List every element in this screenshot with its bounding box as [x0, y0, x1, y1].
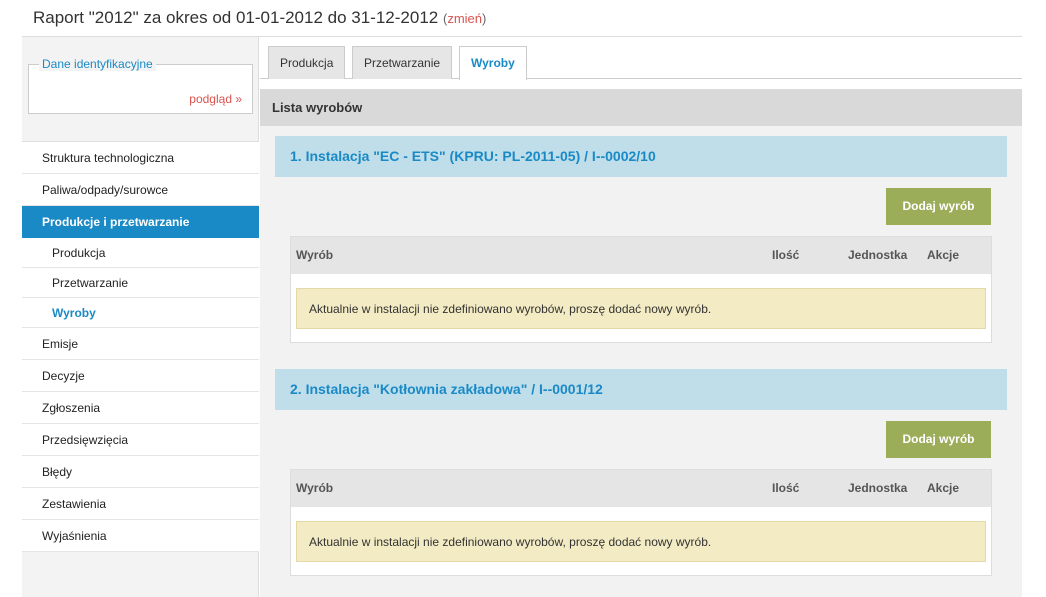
table-header: Wyrób Ilość Jednostka Akcje — [291, 470, 991, 507]
column-quantity: Ilość — [772, 248, 800, 262]
column-actions: Akcje — [927, 481, 960, 495]
sidebar-item-emisje[interactable]: Emisje — [22, 328, 259, 360]
column-product: Wyrób — [296, 248, 334, 262]
sidebar: Dane identyfikacyjne podgląd » Struktura… — [22, 37, 259, 597]
tab-produkcja[interactable]: Produkcja — [268, 46, 346, 79]
installation-title: 1. Instalacja "EC - ETS" (KPRU: PL-2011-… — [275, 136, 1007, 177]
sidebar-item-produkcje[interactable]: Produkcje i przetwarzanie — [22, 206, 259, 238]
preview-link[interactable]: podgląd » — [189, 92, 242, 106]
sidebar-item-bledy[interactable]: Błędy — [22, 456, 259, 488]
products-table: Wyrób Ilość Jednostka Akcje Aktualnie w … — [290, 236, 992, 343]
tab-wyroby[interactable]: Wyroby — [459, 46, 527, 80]
app-frame: Dane identyfikacyjne podgląd » Struktura… — [22, 36, 1022, 597]
sidebar-subitem-przetwarzanie[interactable]: Przetwarzanie — [22, 268, 259, 298]
empty-notice: Aktualnie w instalacji nie zdefiniowano … — [296, 521, 986, 562]
page-title: Raport "2012" za okres od 01-01-2012 do … — [33, 8, 486, 28]
add-product-button[interactable]: Dodaj wyrób — [886, 421, 991, 458]
list-header: Lista wyrobów — [260, 89, 1022, 126]
column-actions: Akcje — [927, 248, 960, 262]
column-unit: Jednostka — [848, 481, 908, 495]
products-table: Wyrób Ilość Jednostka Akcje Aktualnie w … — [290, 469, 992, 576]
column-product: Wyrób — [296, 481, 334, 495]
sidebar-subitem-wyroby[interactable]: Wyroby — [22, 298, 259, 328]
add-product-button[interactable]: Dodaj wyrób — [886, 188, 991, 225]
report-title: Raport "2012" za okres od 01-01-2012 do … — [33, 8, 439, 27]
tab-przetwarzanie[interactable]: Przetwarzanie — [352, 46, 453, 79]
sidebar-item-decyzje[interactable]: Decyzje — [22, 360, 259, 392]
sidebar-item-przedsiewziecia[interactable]: Przedsięwzięcia — [22, 424, 259, 456]
column-quantity: Ilość — [772, 481, 800, 495]
main-content: Produkcja Przetwarzanie Wyroby Lista wyr… — [260, 37, 1022, 597]
column-unit: Jednostka — [848, 248, 908, 262]
sidebar-item-paliwa[interactable]: Paliwa/odpady/surowce — [22, 174, 259, 206]
change-link[interactable]: zmień — [447, 11, 482, 26]
identification-legend: Dane identyfikacyjne — [39, 57, 156, 71]
sidebar-item-struktura[interactable]: Struktura technologiczna — [22, 142, 259, 174]
identification-box: Dane identyfikacyjne podgląd » — [28, 57, 253, 114]
installation-title: 2. Instalacja "Kotłownia zakładowa" / I-… — [275, 369, 1007, 410]
installations-area: 1. Instalacja "EC - ETS" (KPRU: PL-2011-… — [260, 126, 1022, 597]
table-header: Wyrób Ilość Jednostka Akcje — [291, 237, 991, 274]
sidebar-nav: Struktura technologiczna Paliwa/odpady/s… — [22, 141, 259, 552]
tab-bar: Produkcja Przetwarzanie Wyroby — [260, 37, 1022, 80]
sidebar-subitem-produkcja[interactable]: Produkcja — [22, 238, 259, 268]
sidebar-item-zestawienia[interactable]: Zestawienia — [22, 488, 259, 520]
sidebar-item-wyjasnienia[interactable]: Wyjaśnienia — [22, 520, 259, 552]
sidebar-item-zgloszenia[interactable]: Zgłoszenia — [22, 392, 259, 424]
empty-notice: Aktualnie w instalacji nie zdefiniowano … — [296, 288, 986, 329]
change-period: (zmień) — [442, 11, 487, 26]
